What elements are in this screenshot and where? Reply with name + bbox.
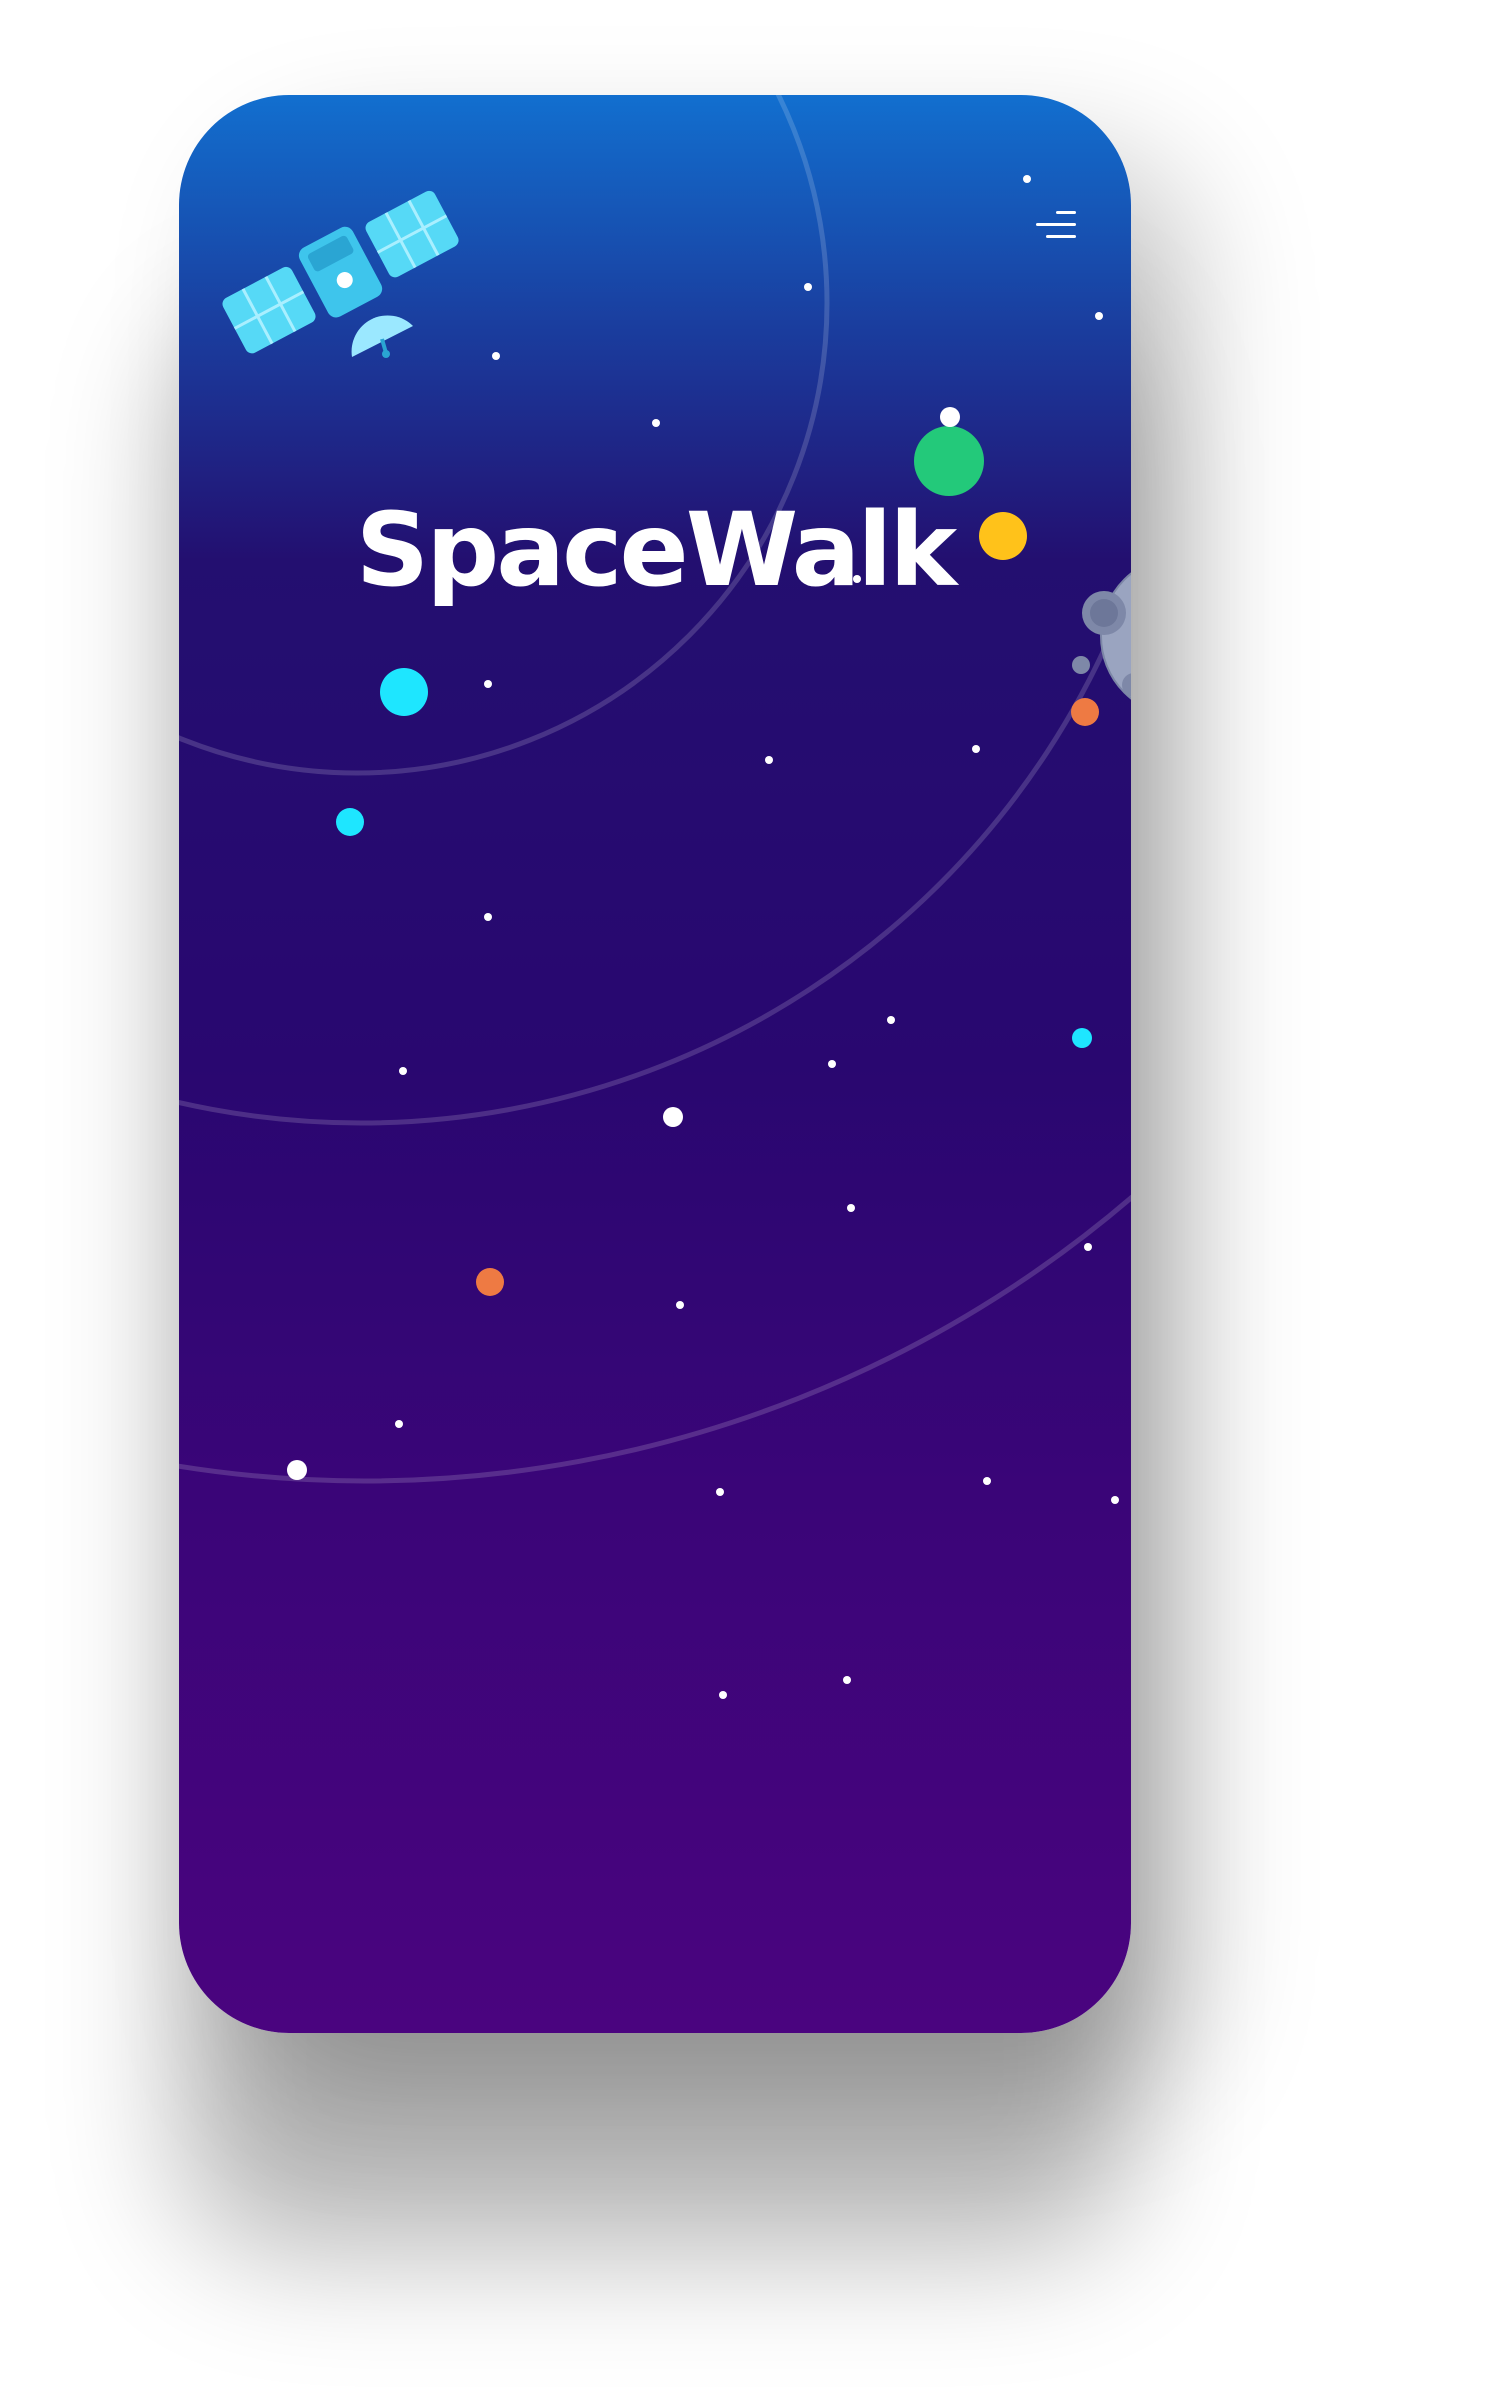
space-background [179,95,1131,1699]
orange-planet [476,1268,504,1296]
star [765,756,773,764]
star [484,913,492,921]
orbit-ring-inner [179,95,830,776]
star [492,352,500,360]
star [719,1691,727,1699]
star [676,1301,684,1309]
star [972,745,980,753]
white-planet-dot [287,1460,307,1480]
star [1084,1243,1092,1251]
star [652,419,660,427]
star [804,283,812,291]
star [399,1067,407,1075]
star [395,1420,403,1428]
cyan-planet-small [336,808,364,836]
app-title: SpaceWalk [355,491,957,610]
star [828,1060,836,1068]
cyan-planet [380,668,428,716]
star [847,1204,855,1212]
star [1095,312,1103,320]
star [484,680,492,688]
menu-button[interactable] [1022,195,1086,259]
star [1023,175,1031,183]
orbit-ring-outer [179,1194,1131,1484]
orbit-rings [179,95,1131,1484]
phone-screen: SpaceWalk [179,95,1131,2033]
star [843,1676,851,1684]
star [887,1016,895,1024]
cyan-planet-tiny [1072,1028,1092,1048]
star [1111,1496,1119,1504]
satellite-icon [222,190,459,358]
star [716,1488,724,1496]
planet-icon [914,407,984,496]
orange-planet-small [1071,698,1099,726]
white-planet-dot [663,1107,683,1127]
star [983,1477,991,1485]
